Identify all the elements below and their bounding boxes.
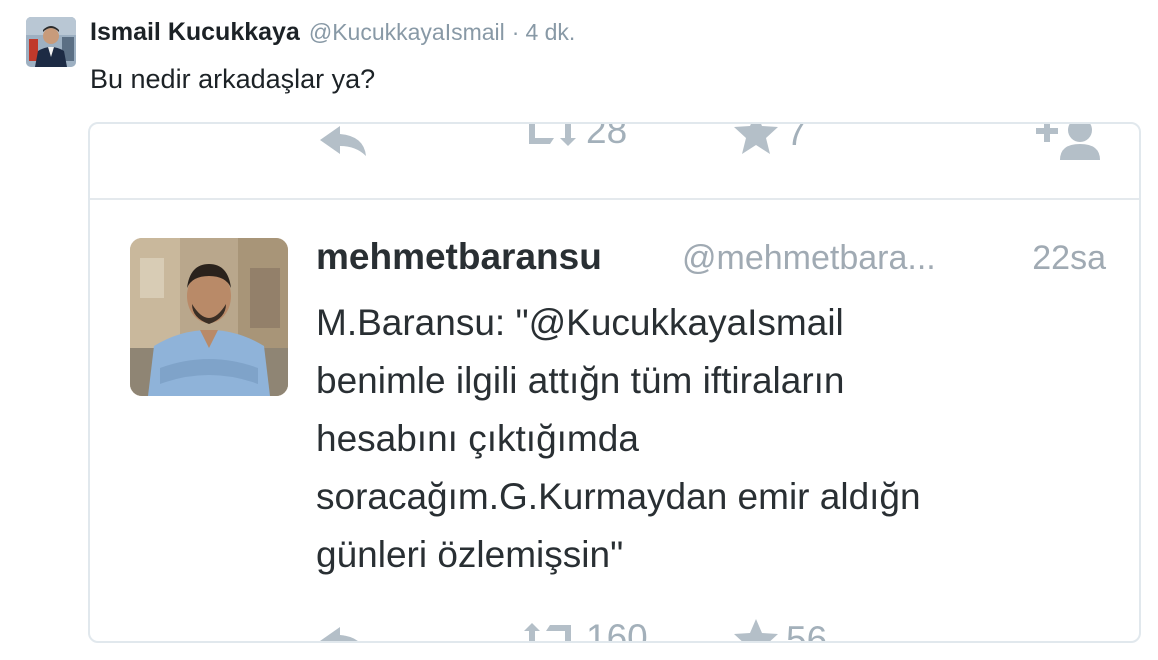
author-handle[interactable]: @KucukkayaIsmail xyxy=(309,19,505,46)
tweet-header: Ismail Kucukkaya @KucukkayaIsmail · 4 dk… xyxy=(90,18,575,52)
author-name[interactable]: Ismail Kucukkaya xyxy=(90,18,300,47)
quoted-text-line: hesabını çıktığımda xyxy=(316,418,639,459)
attached-screenshot[interactable]: 28 7 mehmetbaransu @mehmetbara... 22sa M… xyxy=(88,122,1141,643)
top-reply-action xyxy=(318,124,370,158)
quoted-tweet-text: M.Baransu: "@KucukkayaIsmail benimle ilg… xyxy=(316,294,1116,584)
top-favorite-count: 7 xyxy=(786,122,807,153)
quoted-tweet-header: mehmetbaransu @mehmetbara... 22sa xyxy=(316,236,1106,286)
quoted-author-name: mehmetbaransu xyxy=(316,236,602,277)
bottom-favorite-count: 56 xyxy=(786,619,828,643)
bottom-favorite-action: 56 xyxy=(732,617,828,643)
tweet-timestamp[interactable]: 4 dk. xyxy=(525,19,575,46)
quoted-tweet-timestamp: 22sa xyxy=(1032,239,1106,277)
quoted-author-avatar xyxy=(130,238,288,396)
star-icon xyxy=(734,619,778,641)
tweet-text: Bu nedir arkadaşlar ya? xyxy=(90,64,376,94)
follow-icon xyxy=(1036,124,1100,160)
top-follow-action xyxy=(1030,124,1106,162)
screenshot-top-action-bar: 28 7 xyxy=(90,122,1139,160)
reply-icon xyxy=(320,126,366,156)
reply-icon xyxy=(320,627,358,641)
star-icon xyxy=(734,124,778,154)
screenshot-divider xyxy=(90,198,1139,200)
avatar-image xyxy=(26,17,76,67)
header-separator: · xyxy=(511,19,520,45)
bottom-retweet-action: 160 xyxy=(520,617,648,643)
quoted-text-line: günleri özlemişsin" xyxy=(316,534,624,575)
top-favorite-action: 7 xyxy=(732,122,807,156)
quoted-text-line: soracağım.G.Kurmaydan emir aldığn xyxy=(316,476,921,517)
top-retweet-count: 28 xyxy=(586,122,628,151)
retweet-icon xyxy=(524,623,571,641)
top-retweet-action: 28 xyxy=(520,122,628,152)
quoted-author-handle: @mehmetbara... xyxy=(682,239,936,277)
bottom-reply-action xyxy=(318,625,370,641)
author-avatar[interactable] xyxy=(26,17,76,67)
quoted-avatar-image xyxy=(130,238,288,396)
quoted-text-line: M.Baransu: "@KucukkayaIsmail xyxy=(316,302,844,343)
retweet-icon xyxy=(524,124,576,146)
screenshot-bottom-action-bar: 160 56 xyxy=(90,617,1139,643)
bottom-retweet-count: 160 xyxy=(586,617,648,643)
quoted-text-line: benimle ilgili attığn tüm iftiraların xyxy=(316,360,845,401)
